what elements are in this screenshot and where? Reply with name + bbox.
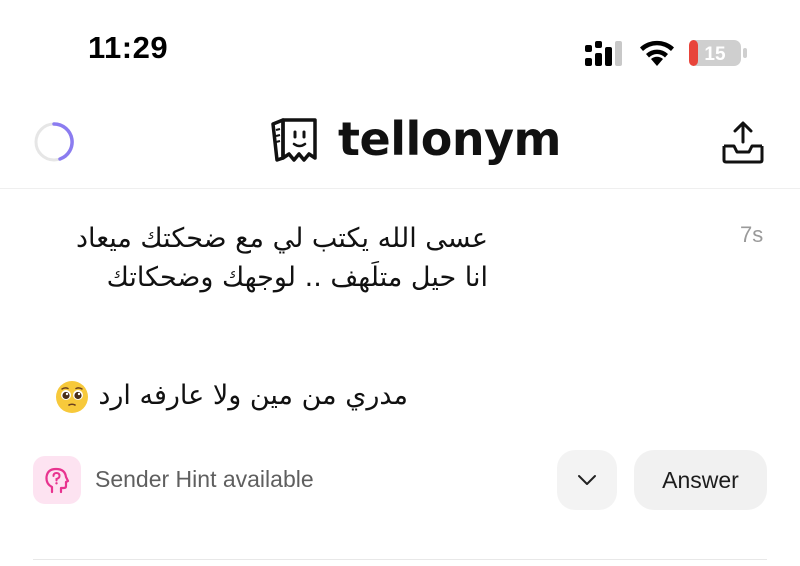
tell-message-text: عسى الله يكتب لي مع ضحكتك ميعاد انا حيل … — [75, 223, 488, 293]
tellonym-logo-icon — [271, 118, 317, 162]
wifi-icon — [640, 40, 674, 66]
tell-message-line-3-text: مدري من مين ولا عارفه ارد — [98, 380, 408, 411]
pleading-face-emoji-icon — [55, 380, 88, 413]
sender-hint-label[interactable]: Sender Hint available — [95, 466, 314, 493]
battery-icon: 15 — [689, 40, 747, 66]
share-tray-icon[interactable] — [720, 120, 766, 166]
expand-button[interactable] — [557, 450, 617, 510]
head-question-icon — [45, 467, 70, 494]
status-bar: 11:29 15 — [0, 0, 800, 100]
chevron-down-icon — [578, 475, 596, 485]
battery-level-text: 15 — [704, 44, 726, 65]
card-divider — [33, 559, 767, 560]
app-logo-text: tellonym — [338, 112, 562, 166]
tell-timestamp: 7s — [740, 222, 764, 247]
cellular-signal-icon — [585, 41, 622, 66]
status-time: 11:29 — [88, 30, 169, 65]
tell-message-line-3: مدري من مين ولا عارفه ارد — [8, 376, 408, 416]
sender-hint-icon-box[interactable] — [33, 456, 81, 504]
answer-button[interactable]: Answer — [634, 450, 767, 510]
loading-spinner-icon — [34, 122, 74, 162]
